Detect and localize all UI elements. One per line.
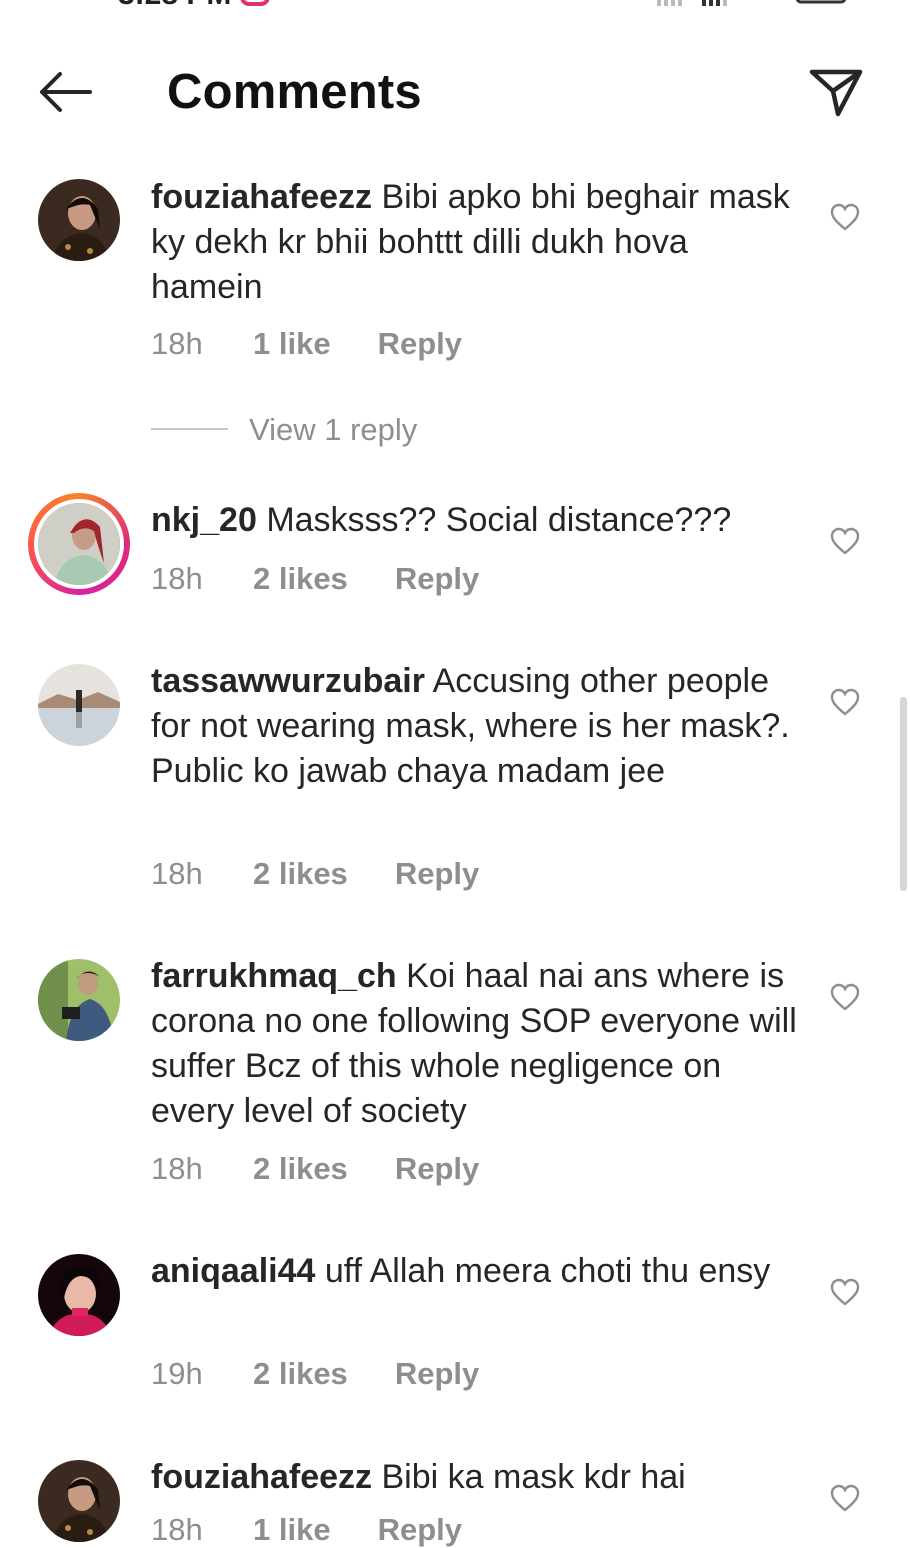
back-button[interactable] bbox=[34, 68, 94, 116]
comment-time: 19h bbox=[151, 1356, 203, 1391]
comment-text: fouziahafeezz Bibi apko bhi beghair mask… bbox=[151, 175, 801, 310]
comment-time: 18h bbox=[151, 326, 203, 361]
comment-username[interactable]: fouziahafeezz bbox=[151, 178, 372, 216]
comment-text: aniqaali44 uff Allah meera choti thu ens… bbox=[151, 1249, 801, 1294]
signal-icon bbox=[657, 0, 682, 6]
comment-meta: 18h 2 likes Reply bbox=[151, 561, 479, 597]
comment-text: nkj_20 Masksss?? Social distance??? bbox=[151, 498, 801, 543]
view-replies-label: View 1 reply bbox=[249, 412, 418, 447]
comment-time: 18h bbox=[151, 561, 203, 596]
comment-username[interactable]: nkj_20 bbox=[151, 501, 257, 539]
comment-username[interactable]: aniqaali44 bbox=[151, 1252, 315, 1290]
heart-icon[interactable] bbox=[830, 1278, 860, 1306]
comment-body: Masksss?? Social distance??? bbox=[266, 501, 732, 539]
comment-likes[interactable]: 1 like bbox=[253, 326, 331, 362]
avatar[interactable] bbox=[38, 664, 120, 746]
back-arrow-icon bbox=[40, 72, 92, 112]
signal-icon-2 bbox=[702, 0, 727, 6]
comment-meta: 18h 2 likes Reply bbox=[151, 856, 479, 892]
comment-likes[interactable]: 2 likes bbox=[253, 1356, 348, 1392]
comment-username[interactable]: farrukhmaq_ch bbox=[151, 957, 397, 995]
app-notification-icon bbox=[288, 0, 312, 6]
status-bar: 3:28 PM bbox=[0, 0, 910, 14]
scrollbar[interactable] bbox=[900, 697, 907, 891]
heart-icon[interactable] bbox=[830, 527, 860, 555]
avatar[interactable] bbox=[38, 1460, 120, 1542]
comment-text: tassawwurzubair Accusing other people fo… bbox=[151, 659, 801, 794]
comment-time: 18h bbox=[151, 856, 203, 891]
reply-button[interactable]: Reply bbox=[395, 561, 479, 597]
avatar-story-ring[interactable] bbox=[28, 493, 130, 595]
send-icon bbox=[809, 69, 863, 117]
heart-icon[interactable] bbox=[830, 983, 860, 1011]
reply-button[interactable]: Reply bbox=[395, 1356, 479, 1392]
comment-likes[interactable]: 2 likes bbox=[253, 561, 348, 597]
comment-likes[interactable]: 2 likes bbox=[253, 856, 348, 892]
comment-time: 18h bbox=[151, 1151, 203, 1186]
comment-username[interactable]: fouziahafeezz bbox=[151, 1458, 372, 1496]
comment-body: uff Allah meera choti thu ensy bbox=[324, 1252, 771, 1290]
comment-meta: 18h 1 like Reply bbox=[151, 1512, 462, 1548]
avatar-photo bbox=[38, 1460, 120, 1542]
avatar-photo bbox=[38, 959, 120, 1041]
comment-meta: 18h 1 like Reply bbox=[151, 326, 462, 362]
page-title: Comments bbox=[167, 65, 422, 119]
header-bar: Comments bbox=[0, 40, 910, 150]
send-button[interactable] bbox=[806, 64, 866, 120]
avatar[interactable] bbox=[38, 959, 120, 1041]
comment-body: Bibi ka mask kdr hai bbox=[381, 1458, 686, 1496]
avatar[interactable] bbox=[38, 1254, 120, 1336]
comment-text: farrukhmaq_ch Koi haal nai ans where is … bbox=[151, 954, 801, 1134]
comment-likes[interactable]: 2 likes bbox=[253, 1151, 348, 1187]
reply-button[interactable]: Reply bbox=[378, 326, 462, 362]
divider bbox=[151, 428, 228, 430]
avatar-photo bbox=[38, 1254, 120, 1336]
reply-button[interactable]: Reply bbox=[395, 1151, 479, 1187]
reply-button[interactable]: Reply bbox=[378, 1512, 462, 1548]
avatar-photo bbox=[38, 179, 120, 261]
heart-icon[interactable] bbox=[830, 203, 860, 231]
comment-text: fouziahafeezz Bibi ka mask kdr hai bbox=[151, 1455, 801, 1500]
battery-icon bbox=[795, 0, 847, 4]
comment-username[interactable]: tassawwurzubair bbox=[151, 662, 425, 700]
avatar-photo bbox=[38, 503, 120, 585]
comment-meta: 18h 2 likes Reply bbox=[151, 1151, 479, 1187]
comment-likes[interactable]: 1 like bbox=[253, 1512, 331, 1548]
heart-icon[interactable] bbox=[830, 688, 860, 716]
avatar[interactable] bbox=[38, 179, 120, 261]
comment-time: 18h bbox=[151, 1512, 203, 1547]
wifi-icon bbox=[757, 0, 785, 6]
instagram-notification-icon bbox=[240, 0, 270, 6]
comment-meta: 19h 2 likes Reply bbox=[151, 1356, 479, 1392]
status-time: 3:28 PM bbox=[118, 0, 231, 12]
reply-button[interactable]: Reply bbox=[395, 856, 479, 892]
avatar-photo bbox=[38, 664, 120, 746]
heart-icon[interactable] bbox=[830, 1484, 860, 1512]
